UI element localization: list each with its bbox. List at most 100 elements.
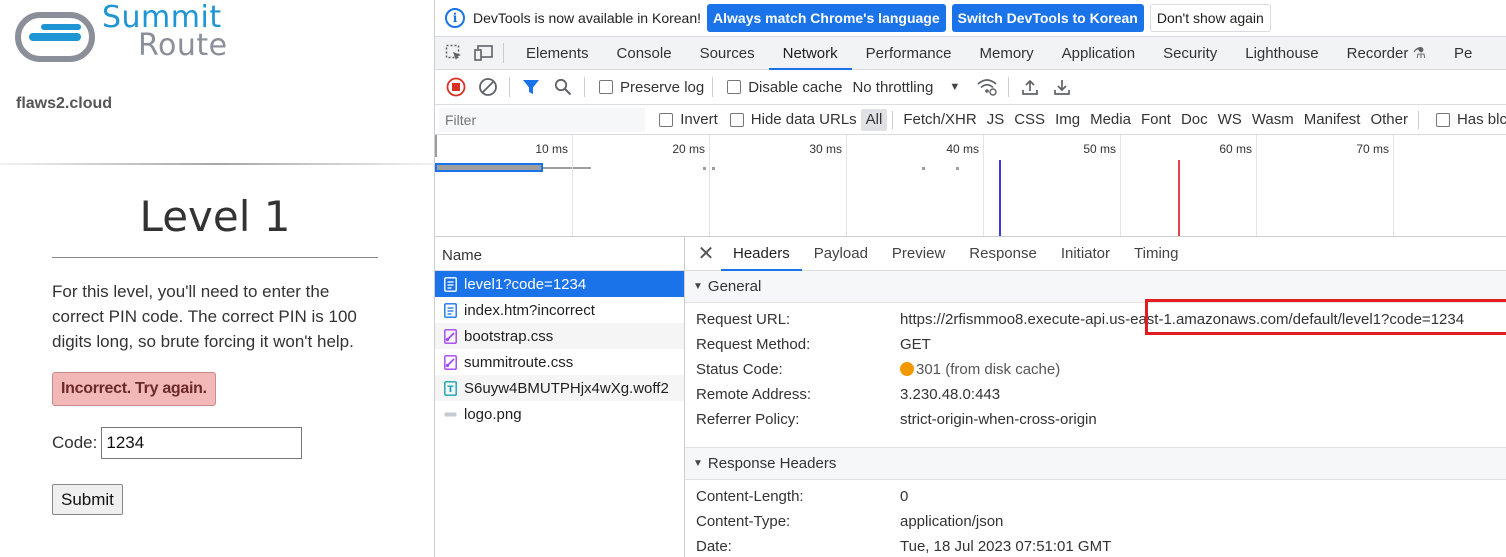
details-tab-bar: ✕ Headers Payload Preview Response Initiator… <box>685 237 1506 271</box>
triangle-down-icon: ▼ <box>693 281 703 292</box>
filter-funnel-icon[interactable] <box>518 74 544 100</box>
error-message: Incorrect. Try again. <box>52 372 216 406</box>
language-infobar: i DevTools is now available in Korean! A… <box>435 0 1506 36</box>
hide-data-urls-checkbox[interactable]: Hide data URLs <box>729 111 857 128</box>
tab-lighthouse[interactable]: Lighthouse <box>1231 37 1332 70</box>
content-type-row: Content-Type: application/json <box>685 509 1506 534</box>
filter-type-doc[interactable]: Doc <box>1176 109 1213 131</box>
request-name: logo.png <box>464 405 522 423</box>
checkbox-box[interactable] <box>727 80 742 94</box>
filter-type-media[interactable]: Media <box>1085 109 1136 131</box>
tab-console[interactable]: Console <box>603 37 686 70</box>
remote-address-value[interactable]: 3.230.48.0:443 <box>900 386 1000 403</box>
tab-recorder[interactable]: Recorder ⚗ <box>1333 37 1440 70</box>
record-stop-icon[interactable] <box>443 74 469 100</box>
details-tab-preview[interactable]: Preview <box>880 237 957 271</box>
filter-type-font[interactable]: Font <box>1136 109 1176 131</box>
info-icon: i <box>445 8 465 28</box>
details-tab-headers[interactable]: Headers <box>721 237 802 271</box>
request-row[interactable]: logo.png <box>435 401 684 427</box>
code-input[interactable] <box>101 427 303 459</box>
export-har-icon[interactable] <box>1049 74 1075 100</box>
has-blocked-cookies-checkbox[interactable]: Has blc <box>1435 111 1506 128</box>
throttling-dropdown[interactable]: No throttling ▼ <box>852 79 960 96</box>
tab-security[interactable]: Security <box>1149 37 1231 70</box>
document-file-icon <box>443 302 457 318</box>
filter-type-css[interactable]: CSS <box>1009 109 1050 131</box>
device-toolbar-icon[interactable] <box>473 42 495 64</box>
checkbox-box[interactable] <box>659 112 674 127</box>
tab-pe[interactable]: Pe <box>1440 37 1486 70</box>
details-tab-response[interactable]: Response <box>957 237 1049 271</box>
details-tab-initiator[interactable]: Initiator <box>1049 237 1122 271</box>
invert-checkbox[interactable]: Invert <box>659 111 718 128</box>
search-icon[interactable] <box>550 74 576 100</box>
filter-type-all[interactable]: All <box>860 108 888 131</box>
preserve-log-checkbox[interactable]: Preserve log <box>599 79 704 96</box>
switch-to-korean-button[interactable]: Switch DevTools to Korean <box>951 4 1144 32</box>
filter-type-manifest[interactable]: Manifest <box>1299 109 1366 131</box>
content-length-key: Content-Length: <box>696 488 804 505</box>
tab-application[interactable]: Application <box>1048 37 1149 70</box>
content-type-value[interactable]: application/json <box>900 513 1003 530</box>
status-code-value-wrap[interactable]: 301 (from disk cache) <box>900 361 1060 378</box>
date-value[interactable]: Tue, 18 Jul 2023 07:51:01 GMT <box>900 538 1111 555</box>
name-column-header[interactable]: Name <box>435 237 685 271</box>
timeline-tick-label: 30 ms <box>809 142 842 156</box>
request-row[interactable]: T S6uyw4BMUTPHjx4wXg.woff2 <box>435 375 684 401</box>
content-length-row: Content-Length: 0 <box>685 484 1506 509</box>
tab-network[interactable]: Network <box>768 37 852 70</box>
tab-sources[interactable]: Sources <box>686 37 769 70</box>
filter-type-other[interactable]: Other <box>1365 109 1413 131</box>
request-row[interactable]: level1?code=1234 <box>435 271 684 297</box>
request-row[interactable]: bootstrap.css <box>435 323 684 349</box>
clear-icon[interactable] <box>475 74 501 100</box>
content-length-value[interactable]: 0 <box>900 488 908 505</box>
timeline-gridline <box>1256 135 1257 236</box>
chevron-down-icon: ▼ <box>949 81 961 93</box>
tab-performance[interactable]: Performance <box>852 37 966 70</box>
request-name: level1?code=1234 <box>464 275 587 293</box>
response-headers-section-header[interactable]: ▼ Response Headers <box>685 448 1506 480</box>
details-tab-timing[interactable]: Timing <box>1122 237 1190 271</box>
referrer-policy-value[interactable]: strict-origin-when-cross-origin <box>900 411 1097 428</box>
close-details-icon[interactable]: ✕ <box>691 241 721 266</box>
filter-separator <box>1417 110 1419 129</box>
filter-input[interactable] <box>439 107 646 132</box>
web-page: Summit Route flaws2.cloud Level 1 For th… <box>0 0 434 557</box>
always-match-language-button[interactable]: Always match Chrome's language <box>707 4 946 32</box>
tab-elements[interactable]: Elements <box>512 37 603 70</box>
filter-type-img[interactable]: Img <box>1050 109 1085 131</box>
network-conditions-icon[interactable] <box>974 74 1000 100</box>
filter-type-fetch-xhr[interactable]: Fetch/XHR <box>898 109 981 131</box>
checkbox-box[interactable] <box>599 80 613 94</box>
submit-button[interactable]: Submit <box>52 484 123 515</box>
disable-cache-checkbox[interactable]: Disable cache <box>727 79 842 96</box>
timeline-overview[interactable]: 10 ms 20 ms 30 ms 40 ms 50 ms 60 ms 70 ms 80 <box>435 135 1506 237</box>
devtools-tab-bar: Elements Console Sources Network Performance… <box>435 36 1506 70</box>
details-tab-payload[interactable]: Payload <box>802 237 880 271</box>
referrer-policy-row: Referrer Policy: strict-origin-when-cros… <box>685 407 1506 432</box>
checkbox-box[interactable] <box>1435 112 1450 127</box>
preserve-log-label: Preserve log <box>620 78 705 96</box>
svg-text:T: T <box>447 385 454 395</box>
general-section-title: General <box>707 278 762 295</box>
domcontentloaded-marker <box>999 160 1001 236</box>
import-har-icon[interactable] <box>1017 74 1043 100</box>
checkbox-box[interactable] <box>729 112 744 127</box>
request-method-value[interactable]: GET <box>900 336 931 353</box>
referrer-policy-key: Referrer Policy: <box>696 411 800 428</box>
filter-type-wasm[interactable]: Wasm <box>1247 109 1299 131</box>
dont-show-again-button[interactable]: Don't show again <box>1149 4 1271 32</box>
request-row[interactable]: summitroute.css <box>435 349 684 375</box>
date-row: Date: Tue, 18 Jul 2023 07:51:01 GMT <box>685 534 1506 557</box>
document-file-icon <box>443 276 457 292</box>
status-dot-icon <box>900 362 914 376</box>
inspect-element-icon[interactable] <box>443 42 465 64</box>
tab-memory[interactable]: Memory <box>966 37 1048 70</box>
timeline-dot <box>956 167 959 170</box>
toolbar-separator <box>509 77 510 97</box>
filter-type-ws[interactable]: WS <box>1213 109 1247 131</box>
request-row[interactable]: index.htm?incorrect <box>435 297 684 323</box>
filter-type-js[interactable]: JS <box>982 109 1010 131</box>
